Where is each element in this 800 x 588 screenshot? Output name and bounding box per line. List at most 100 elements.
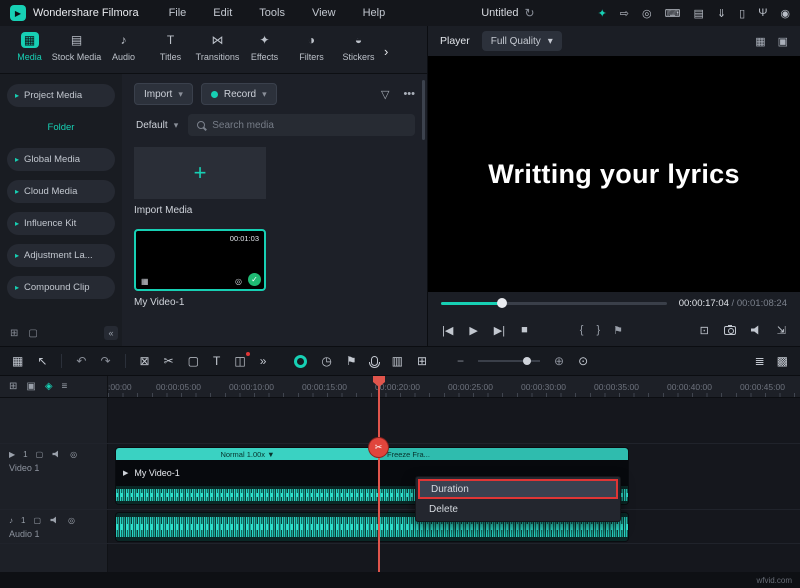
play-button[interactable]: ▶ — [469, 324, 477, 337]
hide-track-icon[interactable]: ◎ — [68, 516, 75, 525]
import-button[interactable]: Import ▾ — [134, 83, 193, 105]
menu-edit[interactable]: Edit — [213, 7, 232, 19]
clip-preview-eye-icon[interactable]: ◎ — [235, 277, 242, 286]
volume-icon[interactable] — [751, 325, 762, 335]
timeline-ruler[interactable]: :00:00 00:00:05:00 00:00:10:00 00:00:15:… — [108, 376, 800, 397]
tab-transitions[interactable]: ⋈ Transitions — [194, 32, 241, 62]
fit-screen-icon[interactable]: ⊡ — [700, 324, 709, 337]
seek-slider-handle[interactable] — [497, 298, 507, 308]
text-tool-button[interactable]: T — [213, 354, 220, 368]
sidebar-item-cloud-media[interactable]: ▸ Cloud Media — [7, 180, 115, 203]
media-view-icon[interactable]: ▣ — [778, 35, 788, 48]
mute-track-icon[interactable] — [53, 450, 61, 458]
manage-tracks-icon[interactable]: ⊞ — [9, 381, 17, 392]
quality-select[interactable]: Full Quality ▾ — [482, 31, 562, 51]
menu-file[interactable]: File — [169, 7, 187, 19]
snapshot-camera-icon[interactable] — [724, 326, 736, 335]
lock-track-icon[interactable]: ▢ — [36, 450, 44, 459]
menu-view[interactable]: View — [312, 7, 336, 19]
hide-track-icon[interactable]: ◎ — [70, 450, 77, 459]
timeline-marker-icon[interactable]: ▣ — [26, 381, 35, 392]
split-tool-button[interactable]: ◫ — [234, 354, 245, 368]
sync-icon[interactable]: ↻ — [525, 6, 535, 20]
mic-icon[interactable]: Ψ — [758, 7, 767, 19]
zoom-slider-handle[interactable] — [523, 357, 531, 365]
filler-track-lane[interactable] — [108, 544, 800, 572]
clip-freeze-label[interactable]: Freeze Fra... — [379, 448, 628, 460]
sidebar-item-compound-clip[interactable]: ▸ Compound Clip — [7, 276, 115, 299]
mark-out-button[interactable]: } — [596, 324, 600, 336]
filter-icon[interactable]: ▽ — [381, 88, 389, 101]
sidebar-item-influence-kit[interactable]: ▸ Influence Kit — [7, 212, 115, 235]
tab-titles[interactable]: T Titles — [147, 32, 194, 62]
save-icon[interactable]: ▤ — [694, 7, 704, 20]
snap-icon[interactable]: ◈ — [45, 381, 53, 392]
split-scissors-button[interactable]: ✂ — [164, 354, 174, 368]
collapse-sidebar-button[interactable]: « — [104, 326, 118, 340]
record-voiceover-button[interactable] — [294, 355, 307, 368]
layout-switch-icon[interactable]: ▦ — [755, 35, 765, 48]
stop-button[interactable]: ■ — [521, 324, 528, 336]
tab-filters[interactable]: ◑ Filters — [288, 32, 335, 62]
more-tabs-chevron-icon[interactable]: › — [384, 44, 388, 59]
zoom-in-icon[interactable]: ⊕ — [554, 354, 564, 368]
context-menu-item-delete[interactable]: Delete — [418, 499, 618, 519]
sidebar-item-project-media[interactable]: ▸ Project Media — [7, 84, 115, 107]
empty-track-lane[interactable] — [108, 398, 800, 443]
more-options-icon[interactable]: ••• — [403, 88, 415, 100]
select-tool-icon[interactable]: ↖ — [37, 354, 47, 368]
timeline-options-icon[interactable]: ≡ — [62, 381, 68, 392]
fit-timeline-icon[interactable]: ⊙ — [578, 354, 588, 368]
timeline-zoom-slider[interactable] — [478, 360, 540, 362]
more-tools-chevron-icon[interactable]: » — [260, 354, 267, 368]
next-frame-button[interactable]: ▶| — [494, 324, 505, 337]
mute-track-icon[interactable] — [50, 516, 58, 524]
delete-button[interactable]: ⊠ — [140, 354, 150, 368]
menu-tools[interactable]: Tools — [259, 7, 285, 19]
track-layout-icon[interactable]: ▩ — [777, 354, 788, 368]
export-icon[interactable]: ⇓ — [717, 7, 726, 20]
sidebar-item-adjustment-layer[interactable]: ▸ Adjustment La... — [7, 244, 115, 267]
clip-grid-icon[interactable]: ▦ — [141, 277, 149, 286]
share-icon[interactable]: ⇨ — [620, 7, 629, 20]
new-folder-icon[interactable]: ⊞ — [10, 328, 18, 339]
sidebar-item-folder[interactable]: Folder — [7, 116, 115, 139]
tab-media[interactable]: ▦ Media — [6, 32, 53, 62]
folder-filter-select[interactable]: Default ▾ — [134, 114, 180, 136]
voiceover-mic-icon[interactable] — [371, 356, 378, 366]
screen-record-icon[interactable]: ◎ — [642, 7, 652, 20]
folder-icon[interactable]: ▢ — [28, 328, 37, 339]
zoom-out-icon[interactable]: − — [457, 354, 464, 368]
media-scrollbar[interactable] — [422, 80, 425, 140]
marker-icon[interactable]: ⚑ — [346, 354, 357, 368]
seek-slider[interactable] — [441, 302, 667, 305]
media-clip-thumbnail[interactable]: 00:01:03 ▦ ◎ ✓ — [134, 229, 266, 291]
tab-effects[interactable]: ✦ Effects — [241, 32, 288, 62]
tab-stock-media[interactable]: ▤ Stock Media — [53, 32, 100, 62]
menu-help[interactable]: Help — [363, 7, 386, 19]
previous-frame-button[interactable]: |◀ — [442, 324, 453, 337]
crop-button[interactable]: ▢ — [188, 354, 199, 368]
clip-speed-label[interactable]: Normal 1.00x ▼ — [116, 448, 379, 460]
account-icon[interactable]: ◉ — [780, 7, 790, 20]
record-button[interactable]: Record ▾ — [201, 83, 277, 105]
track-manager-icon[interactable]: ≣ — [755, 354, 765, 368]
playhead[interactable]: ✂ — [378, 376, 380, 572]
media-manager-icon[interactable]: ▦ — [12, 354, 23, 368]
audio-mixer-icon[interactable]: ▥ — [392, 354, 403, 368]
speed-ramping-icon[interactable]: ◷ — [321, 354, 331, 368]
undo-button[interactable]: ↶ — [76, 354, 86, 368]
context-menu-item-duration[interactable]: Duration — [418, 479, 618, 499]
keyboard-shortcut-icon[interactable]: ⌨ — [665, 7, 681, 20]
tab-stickers[interactable]: ◒ Stickers — [335, 32, 382, 62]
search-input[interactable] — [212, 120, 406, 131]
marker-flag-icon[interactable]: ⚑ — [613, 324, 623, 337]
mark-in-button[interactable]: { — [580, 324, 584, 336]
lock-track-icon[interactable]: ▢ — [33, 516, 41, 525]
tab-audio[interactable]: ♪ Audio — [100, 32, 147, 62]
import-media-tile[interactable]: + — [134, 147, 266, 199]
fullscreen-icon[interactable]: ⇲ — [777, 324, 786, 337]
keyframe-icon[interactable]: ⊞ — [417, 354, 427, 368]
mobile-icon[interactable]: ▯ — [739, 7, 745, 20]
redo-button[interactable]: ↷ — [100, 354, 110, 368]
